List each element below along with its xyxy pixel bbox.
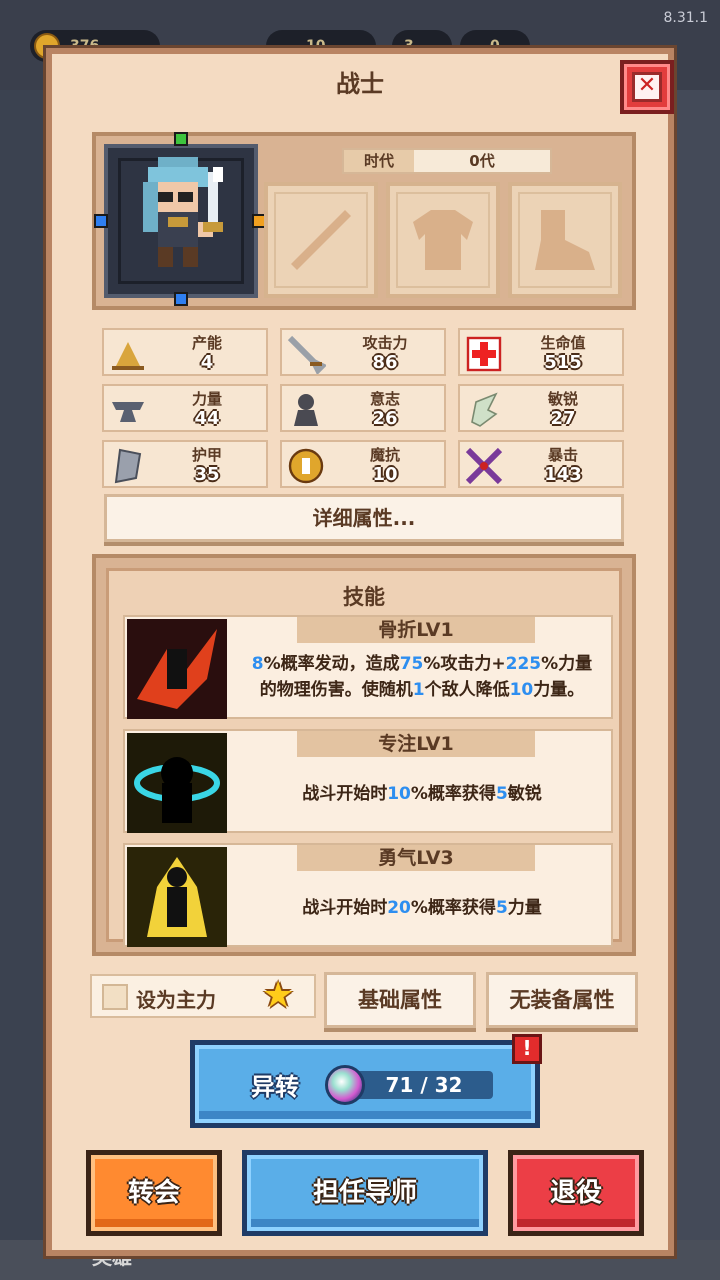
skills-panel: 技能 骨折LV1 8%概率发动，造成75%攻击力+225%力量的物理伤害。使随机…	[92, 554, 636, 956]
skill-name: 勇气LV3	[297, 845, 535, 871]
highlight-number: 5	[495, 898, 508, 918]
transform-count-bar: 71 / 32	[355, 1071, 493, 1099]
anvil-icon	[112, 402, 144, 422]
desc-text: %概率获得	[410, 784, 496, 804]
highlight-number: 10	[509, 680, 534, 700]
desc-text: 的物理伤害。使随机	[259, 680, 413, 700]
highlight-number: 1	[412, 680, 425, 700]
weapon-silhouette-icon	[291, 210, 351, 270]
armor-silhouette-icon	[413, 210, 473, 270]
focus-skill-icon	[127, 733, 227, 833]
retire-button[interactable]: 退役	[508, 1150, 644, 1236]
close-icon: ✕	[632, 72, 662, 102]
skill-description: 战斗开始时20%概率获得5力量	[235, 895, 609, 921]
desc-text: 力量。	[533, 680, 585, 700]
desc-text: 战斗开始时	[302, 898, 388, 918]
bone-break-skill-icon	[127, 619, 227, 719]
alert-badge-icon: !	[512, 1034, 542, 1064]
reincarnate-button[interactable]: 转会	[86, 1150, 222, 1236]
highlight-number: 8	[251, 654, 264, 674]
stat-magic-resist: 魔抗 10	[280, 440, 446, 488]
star-icon: ★	[262, 975, 295, 1016]
handle-left	[94, 214, 108, 228]
rainbow-gem-icon	[325, 1065, 365, 1105]
detail-attributes-button[interactable]: 详细属性...	[104, 494, 624, 542]
skill-item[interactable]: 勇气LV3 战斗开始时20%概率获得5力量	[123, 843, 613, 947]
handle-bottom	[174, 292, 188, 306]
hero-portrait[interactable]	[104, 144, 258, 298]
equipment-slot-armor[interactable]	[386, 182, 500, 298]
magic-resist-icon	[288, 448, 324, 484]
set-main-label: 设为主力	[136, 988, 216, 1012]
version-label: 8.31.1	[663, 10, 708, 26]
handle-top	[174, 132, 188, 146]
stat-production: 产能 4	[102, 328, 268, 376]
close-button[interactable]: ✕	[620, 60, 674, 114]
highlight-number: 225	[505, 654, 542, 674]
desc-text: 战斗开始时	[302, 784, 388, 804]
equipment-slot-accessory[interactable]	[508, 182, 622, 298]
desc-text: %攻击力+	[423, 654, 506, 674]
stat-will: 意志 26	[280, 384, 446, 432]
equipment-slot-weapon[interactable]	[264, 182, 378, 298]
skill-name: 骨折LV1	[297, 617, 535, 643]
stat-agility: 敏锐 27	[458, 384, 624, 432]
shield-icon	[114, 448, 142, 484]
skills-title: 技能	[343, 585, 385, 609]
skill-item[interactable]: 专注LV1 战斗开始时10%概率获得5敏锐	[123, 729, 613, 833]
health-cross-icon	[466, 336, 502, 372]
skill-description: 战斗开始时10%概率获得5敏锐	[235, 781, 609, 807]
highlight-number: 75	[399, 654, 424, 674]
dialog-title: 战士	[336, 70, 384, 98]
will-icon	[294, 394, 318, 426]
stat-strength: 力量 44	[102, 384, 268, 432]
era-bar: 时代 0代	[342, 148, 552, 174]
desc-text: %概率发动，造成	[263, 654, 400, 674]
wing-icon	[471, 392, 498, 427]
crossed-swords-icon	[465, 447, 503, 485]
highlight-number: 20	[387, 898, 411, 918]
desc-text: 个敌人降低	[424, 680, 510, 700]
era-label: 时代	[344, 150, 414, 172]
stat-attack: 攻击力 86	[280, 328, 446, 376]
set-main-toggle[interactable]: 设为主力 ★	[90, 974, 316, 1018]
mentor-button[interactable]: 担任导师	[242, 1150, 488, 1236]
desc-text: %力量	[541, 654, 593, 674]
stat-critical: 暴击 143	[458, 440, 624, 488]
boots-silhouette-icon	[535, 210, 595, 270]
stat-armor: 护甲 35	[102, 440, 268, 488]
desc-text: 力量	[507, 898, 542, 918]
base-attributes-button[interactable]: 基础属性	[324, 972, 476, 1028]
transform-count: 71 / 32	[385, 1073, 463, 1097]
skill-name: 专注LV1	[297, 731, 535, 757]
transform-label: 异转	[251, 1073, 299, 1101]
skill-description: 8%概率发动，造成75%攻击力+225%力量的物理伤害。使随机1个敌人降低10力…	[235, 651, 609, 703]
sword-icon	[287, 335, 326, 374]
era-value: 0代	[469, 152, 495, 170]
no-equipment-attributes-button[interactable]: 无装备属性	[486, 972, 638, 1028]
main-checkbox[interactable]	[102, 984, 128, 1010]
warrior-sprite-icon	[143, 157, 223, 267]
desc-text: %概率获得	[410, 898, 496, 918]
desc-text: 敏锐	[507, 784, 542, 804]
transform-button[interactable]: 异转 71 / 32	[190, 1040, 540, 1128]
hero-detail-dialog: 战士 ✕ 时代 0代 产能 4 攻击力 86 生命值 515 力量 44 意志 …	[46, 48, 674, 1256]
courage-skill-icon	[127, 847, 227, 947]
production-icon	[112, 342, 144, 370]
skill-item[interactable]: 骨折LV1 8%概率发动，造成75%攻击力+225%力量的物理伤害。使随机1个敌…	[123, 615, 613, 719]
highlight-number: 5	[495, 784, 508, 804]
hero-overview-panel: 时代 0代	[92, 132, 636, 310]
stat-health: 生命值 515	[458, 328, 624, 376]
highlight-number: 10	[387, 784, 411, 804]
